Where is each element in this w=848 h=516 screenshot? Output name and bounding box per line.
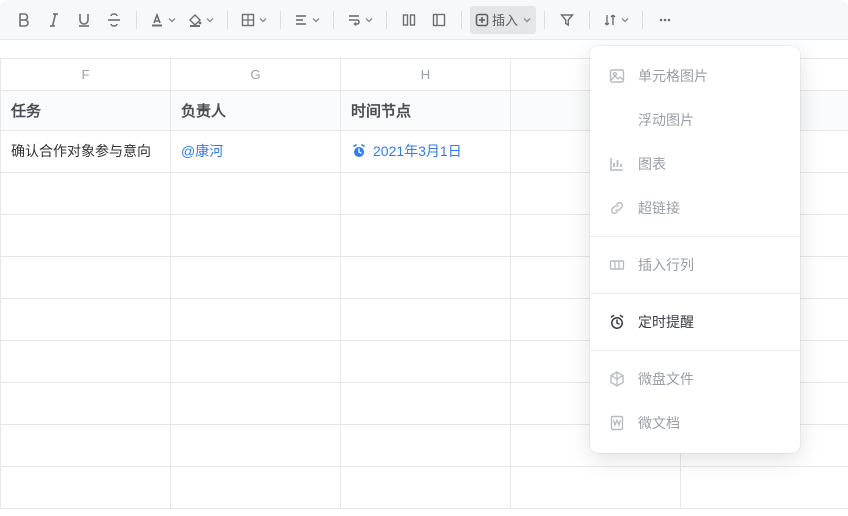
menu-separator xyxy=(590,350,800,351)
merge-cells-button[interactable] xyxy=(395,6,423,34)
separator xyxy=(461,11,462,29)
separator xyxy=(642,11,643,29)
menu-separator xyxy=(590,293,800,294)
separator xyxy=(227,11,228,29)
blank-icon xyxy=(608,111,626,129)
menu-label: 微文档 xyxy=(638,413,680,433)
header-due[interactable]: 时间节点 xyxy=(341,90,511,130)
alarm-icon xyxy=(351,143,367,159)
menu-label: 超链接 xyxy=(638,198,680,218)
spreadsheet-area: F G H I 任务 负责人 时间节点 确认合作对象参与意向 @康河 2021年… xyxy=(0,40,848,516)
separator xyxy=(136,11,137,29)
formatting-toolbar: 插入 xyxy=(0,0,848,40)
header-task[interactable]: 任务 xyxy=(1,90,171,130)
insert-label: 插入 xyxy=(492,10,518,29)
strikethrough-button[interactable] xyxy=(100,6,128,34)
cell-due[interactable]: 2021年3月1日 xyxy=(341,130,511,172)
header-owner[interactable]: 负责人 xyxy=(171,90,341,130)
separator xyxy=(280,11,281,29)
menu-item-hyperlink[interactable]: 超链接 xyxy=(590,186,800,230)
menu-label: 微盘文件 xyxy=(638,369,694,389)
bold-button[interactable] xyxy=(10,6,38,34)
menu-label: 插入行列 xyxy=(638,255,694,275)
chevron-down-icon xyxy=(364,15,374,25)
menu-item-cell-image[interactable]: 单元格图片 xyxy=(590,54,800,98)
cell-task[interactable]: 确认合作对象参与意向 xyxy=(1,130,171,172)
chevron-down-icon xyxy=(620,15,630,25)
chart-icon xyxy=(608,155,626,173)
chevron-down-icon xyxy=(258,15,268,25)
alarm-icon xyxy=(608,313,626,331)
filter-button[interactable] xyxy=(553,6,581,34)
italic-button[interactable] xyxy=(40,6,68,34)
menu-label: 单元格图片 xyxy=(638,66,708,86)
wrap-text-button[interactable] xyxy=(342,6,378,34)
chevron-down-icon xyxy=(311,15,321,25)
insert-rowcol-icon xyxy=(608,256,626,274)
menu-item-insert-rowcol[interactable]: 插入行列 xyxy=(590,243,800,287)
menu-item-wedoc[interactable]: 微文档 xyxy=(590,401,800,445)
col-header-G[interactable]: G xyxy=(171,58,341,90)
chevron-down-icon xyxy=(205,15,215,25)
menu-item-timed-reminder[interactable]: 定时提醒 xyxy=(590,300,800,344)
separator xyxy=(333,11,334,29)
chevron-down-icon xyxy=(167,15,177,25)
underline-button[interactable] xyxy=(70,6,98,34)
mention-user[interactable]: @康河 xyxy=(181,143,223,159)
table-row[interactable] xyxy=(1,466,848,508)
separator xyxy=(386,11,387,29)
more-button[interactable] xyxy=(651,6,679,34)
fill-color-button[interactable] xyxy=(183,6,219,34)
due-date-text: 2021年3月1日 xyxy=(373,141,462,161)
menu-label: 定时提醒 xyxy=(638,312,694,332)
chevron-down-icon xyxy=(522,15,532,25)
menu-item-chart[interactable]: 图表 xyxy=(590,142,800,186)
insert-button[interactable]: 插入 xyxy=(470,6,536,34)
col-header-H[interactable]: H xyxy=(341,58,511,90)
insert-dropdown-menu: 单元格图片 浮动图片 图表 超链接 插入行列 xyxy=(590,46,800,453)
cell-owner[interactable]: @康河 xyxy=(171,130,341,172)
menu-item-floating-image[interactable]: 浮动图片 xyxy=(590,98,800,142)
borders-button[interactable] xyxy=(236,6,272,34)
image-icon xyxy=(608,67,626,85)
font-color-button[interactable] xyxy=(145,6,181,34)
align-button[interactable] xyxy=(289,6,325,34)
menu-item-wedisk-file[interactable]: 微盘文件 xyxy=(590,357,800,401)
freeze-button[interactable] xyxy=(425,6,453,34)
separator xyxy=(589,11,590,29)
col-header-F[interactable]: F xyxy=(1,58,171,90)
menu-label: 浮动图片 xyxy=(638,110,694,130)
menu-separator xyxy=(590,236,800,237)
link-icon xyxy=(608,199,626,217)
separator xyxy=(544,11,545,29)
menu-label: 图表 xyxy=(638,154,666,174)
wedoc-icon xyxy=(608,414,626,432)
wedisk-icon xyxy=(608,370,626,388)
sort-button[interactable] xyxy=(598,6,634,34)
